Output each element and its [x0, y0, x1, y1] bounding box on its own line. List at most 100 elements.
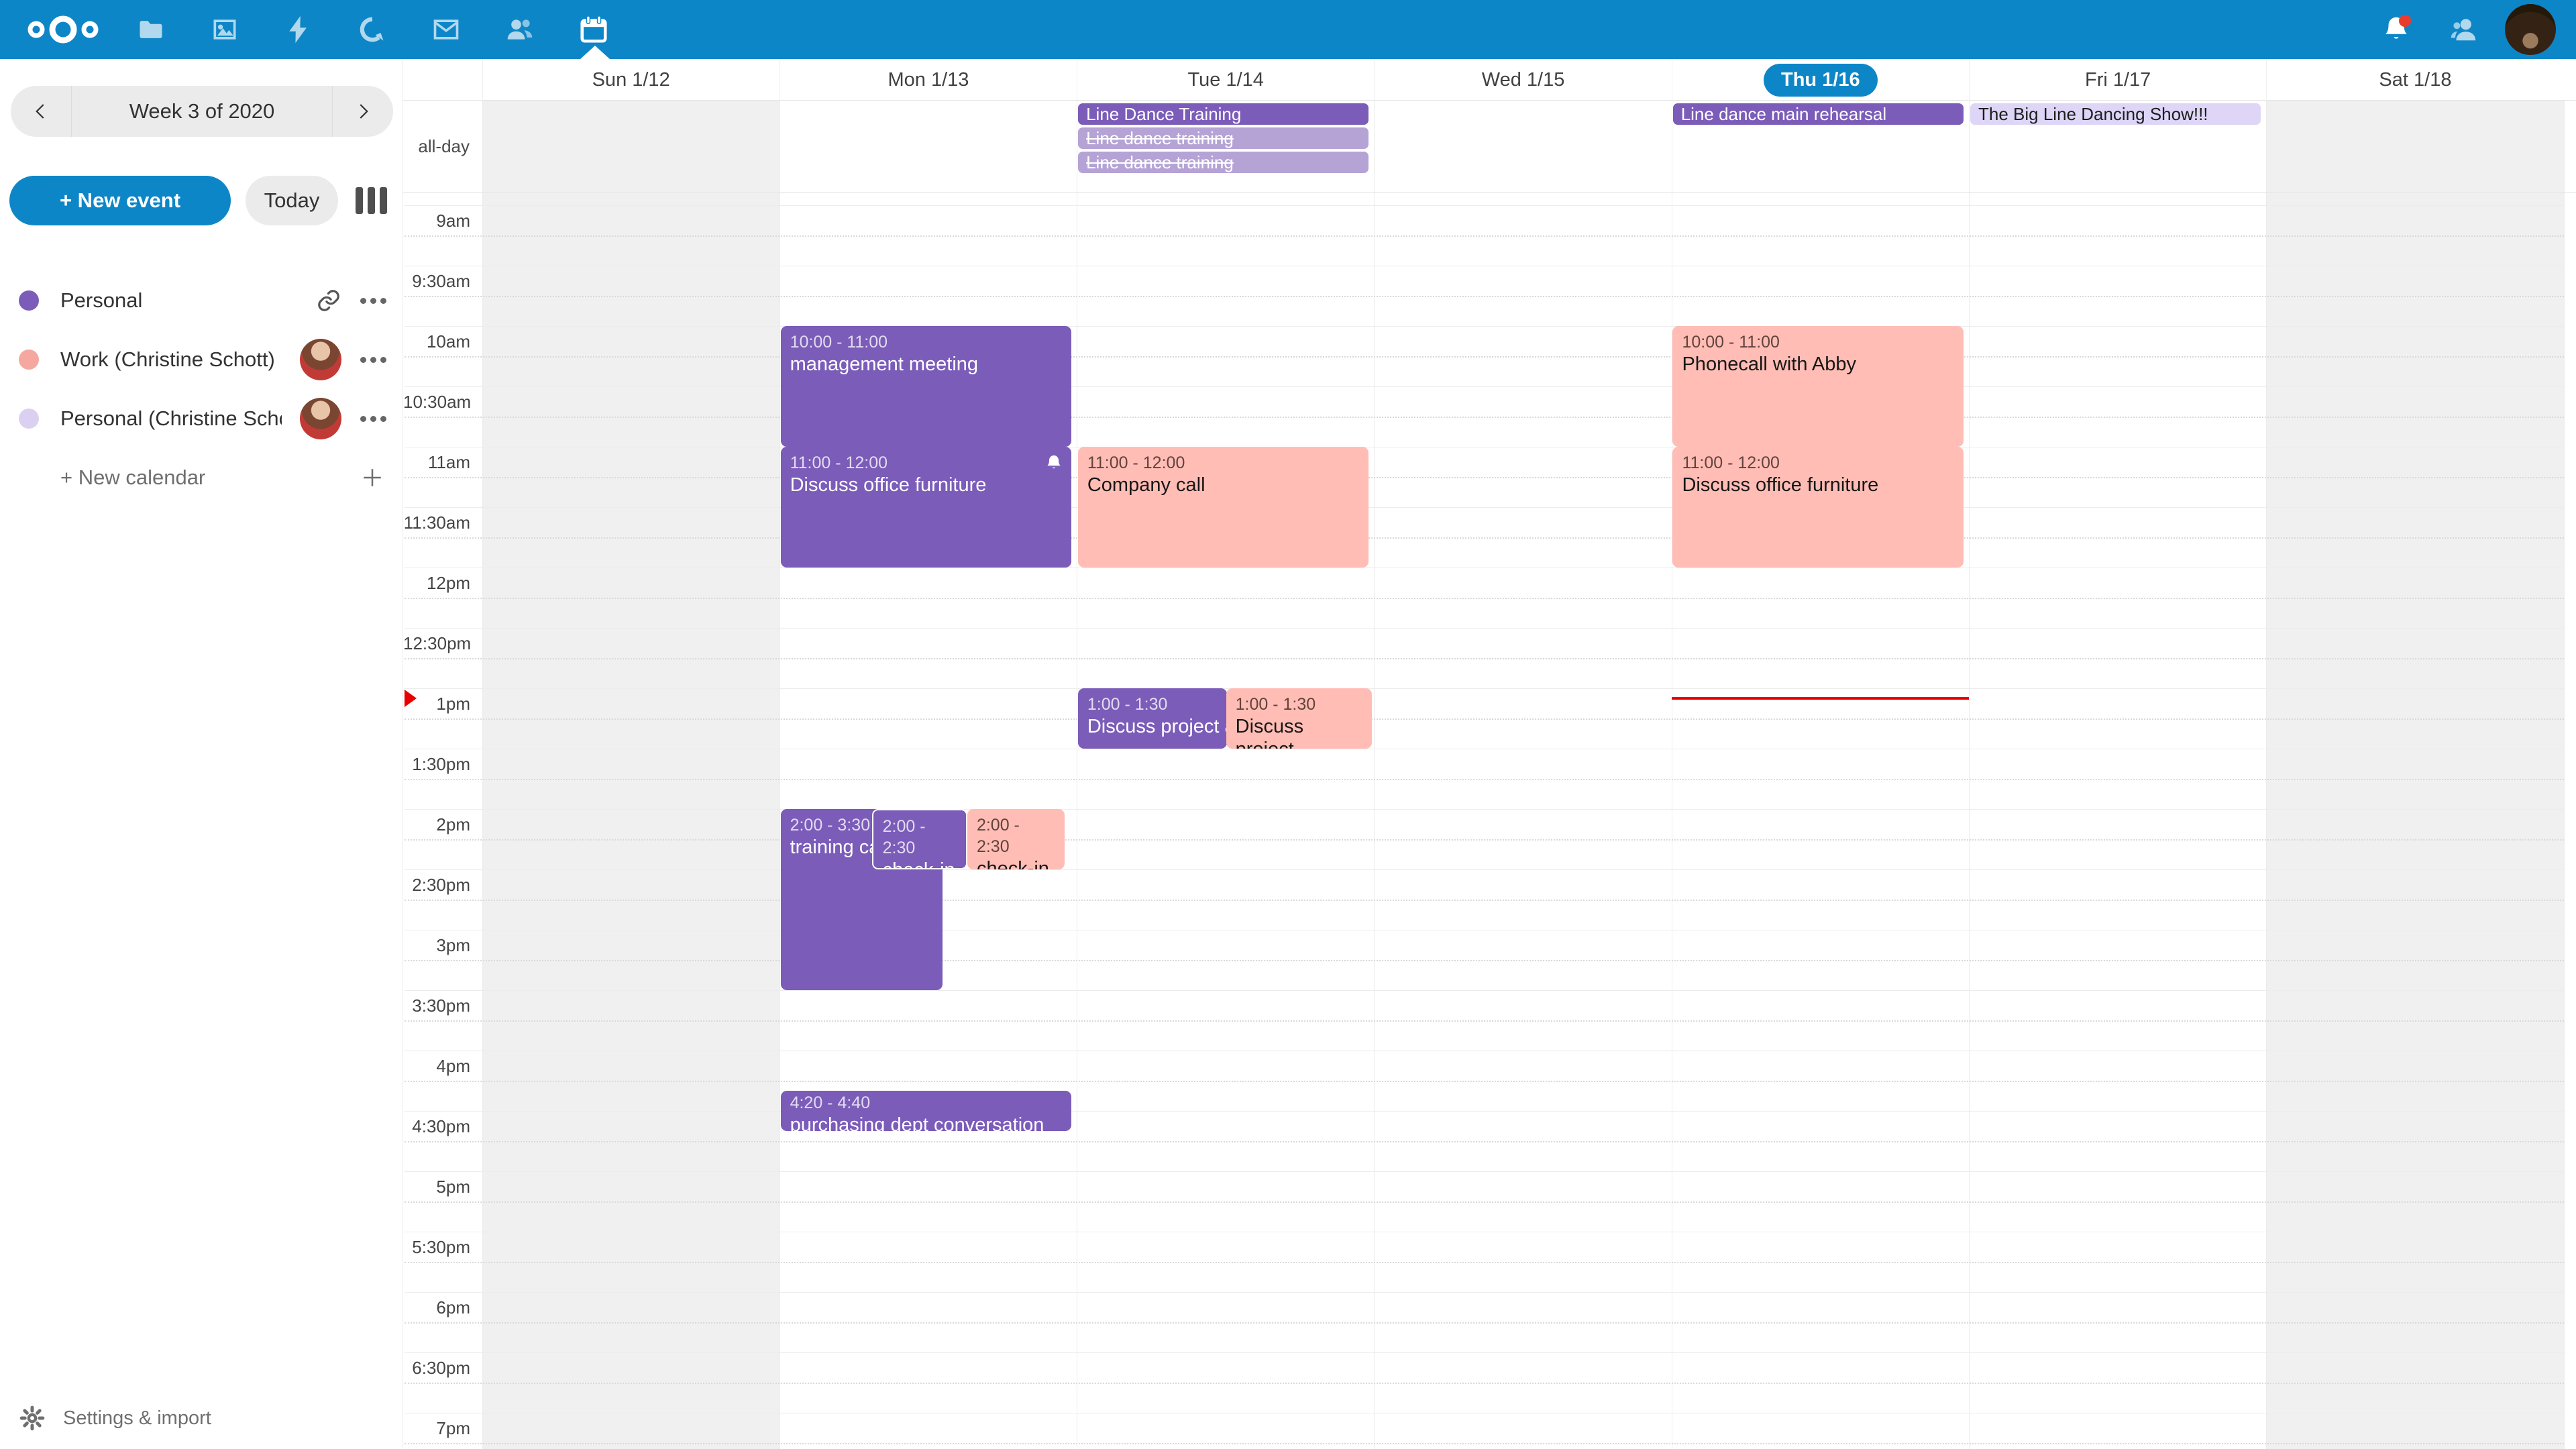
calendar-item-personal-christine[interactable]: Personal (Christine Scho... [0, 389, 402, 448]
quarter-gridline [405, 779, 2564, 780]
contacts-menu-icon[interactable] [2430, 0, 2497, 59]
nextcloud-logo[interactable] [25, 13, 101, 49]
day-column-sat[interactable] [2266, 193, 2563, 1449]
event-time: 11:00 - 12:00 [1682, 452, 1954, 474]
settings-import-button[interactable]: Settings & import [19, 1405, 211, 1432]
hour-gridline [405, 1292, 2564, 1293]
time-label: 3pm [403, 935, 470, 956]
previous-week-button[interactable] [11, 86, 71, 137]
time-label: 11am [403, 452, 470, 473]
calendar-owner-avatar [300, 339, 341, 380]
event[interactable]: 4:20 - 4:40purchasing dept conversation [781, 1091, 1072, 1131]
user-avatar[interactable] [2497, 0, 2564, 59]
time-label: 6pm [403, 1297, 470, 1318]
calendar-item-work-christine[interactable]: Work (Christine Schott) [0, 330, 402, 389]
all-day-event[interactable]: The Big Line Dancing Show!!! [1970, 103, 2261, 125]
calendar-menu-icon[interactable] [359, 352, 388, 368]
event-time: 10:00 - 11:00 [790, 331, 1063, 353]
time-label: 3:30pm [403, 996, 470, 1016]
day-column-mon[interactable] [780, 101, 1077, 192]
day-header-thu: Thu 1/16 [1672, 59, 1969, 101]
calendar-color-dot[interactable] [19, 350, 39, 370]
time-label: 7pm [403, 1418, 470, 1439]
quarter-gridline [405, 839, 2564, 841]
event[interactable]: 11:00 - 12:00Discuss office furniture [781, 447, 1072, 568]
day-column-wed[interactable] [1374, 193, 1671, 1449]
time-label: 10:30am [403, 392, 470, 413]
all-day-event[interactable]: Line dance main rehearsal [1673, 103, 1964, 125]
day-header-label: Mon 1/13 [888, 69, 969, 91]
day-header-sun: Sun 1/12 [482, 59, 780, 101]
day-header-label: Tue 1/14 [1188, 69, 1264, 91]
quarter-gridline [405, 356, 2564, 358]
calendar-color-dot[interactable] [19, 409, 39, 429]
event[interactable]: 1:00 - 1:30Discuss project announcement [1226, 688, 1372, 749]
all-day-row[interactable]: all-day Line Dance TrainingLine dance tr… [403, 101, 2576, 193]
event-time: 2:00 - 2:30 [883, 816, 957, 859]
quarter-gridline [405, 417, 2564, 418]
day-column-fri[interactable] [1969, 193, 2266, 1449]
new-event-button[interactable]: + New event [9, 176, 231, 225]
plus-icon [361, 466, 384, 489]
all-day-event[interactable]: Line dance training [1078, 152, 1368, 173]
event[interactable]: 11:00 - 12:00Company call [1078, 447, 1369, 568]
calendar-item-personal[interactable]: Personal [0, 271, 402, 330]
hour-gridline [405, 205, 2564, 206]
hour-gridline [405, 869, 2564, 870]
event[interactable]: 2:00 - 2:30check-in [872, 809, 968, 869]
talk-icon[interactable] [335, 0, 409, 59]
contacts-icon[interactable] [483, 0, 557, 59]
time-label: 2:30pm [403, 875, 470, 896]
activity-icon[interactable] [262, 0, 335, 59]
hour-gridline [405, 507, 2564, 508]
event-time: 1:00 - 1:30 [1236, 694, 1362, 715]
event-time: 11:00 - 12:00 [790, 452, 1063, 474]
current-time-arrow-icon [405, 690, 417, 707]
week-label[interactable]: Week 3 of 2020 [71, 86, 333, 137]
event-title: Discuss project announcement [1087, 715, 1218, 738]
quarter-gridline [405, 1141, 2564, 1142]
event[interactable]: 10:00 - 11:00Phonecall with Abby [1672, 326, 1964, 447]
new-calendar-button[interactable]: + New calendar [0, 448, 402, 507]
time-grid[interactable]: 9am9:30am10am10:30am11am11:30am12pm12:30… [403, 193, 2576, 1449]
all-day-event[interactable]: Line dance training [1078, 127, 1368, 149]
quarter-gridline [405, 900, 2564, 901]
event[interactable]: 10:00 - 11:00management meeting [781, 326, 1072, 447]
calendar-menu-icon[interactable] [359, 411, 388, 427]
mail-icon[interactable] [409, 0, 483, 59]
quarter-gridline [405, 1262, 2564, 1263]
day-column-sun[interactable] [482, 101, 780, 192]
calendar-week-view: Sun 1/12Mon 1/13Tue 1/14Wed 1/15Thu 1/16… [403, 59, 2576, 1449]
time-label: 11:30am [403, 513, 470, 533]
all-day-event[interactable]: Line Dance Training [1078, 103, 1368, 125]
day-column-wed[interactable] [1374, 101, 1671, 192]
time-label: 1:30pm [403, 754, 470, 775]
day-column-tue[interactable] [1077, 193, 1374, 1449]
grid-right-border [2564, 193, 2565, 1449]
today-button[interactable]: Today [246, 176, 338, 225]
hour-gridline [405, 688, 2564, 689]
link-icon[interactable] [316, 288, 341, 313]
week-navigation: Week 3 of 2020 [11, 86, 393, 137]
notifications-bell-icon[interactable] [2363, 0, 2430, 59]
quarter-gridline [405, 598, 2564, 599]
calendar-color-dot[interactable] [19, 290, 39, 311]
photos-icon[interactable] [188, 0, 262, 59]
day-column-sat[interactable] [2266, 101, 2563, 192]
grid-right-border [2564, 101, 2565, 192]
event-title: Phonecall with Abby [1682, 353, 1954, 376]
event[interactable]: 11:00 - 12:00Discuss office furniture [1672, 447, 1964, 568]
next-week-button[interactable] [333, 86, 393, 137]
event[interactable]: 1:00 - 1:30Discuss project announcement [1078, 688, 1227, 749]
files-icon[interactable] [114, 0, 188, 59]
view-switcher-icon[interactable] [353, 180, 390, 221]
quarter-gridline [405, 235, 2564, 237]
calendar-menu-icon[interactable] [359, 292, 388, 309]
event[interactable]: 2:00 - 2:30check-in [967, 809, 1065, 869]
day-column-sun[interactable] [482, 193, 780, 1449]
day-header-fri: Fri 1/17 [1969, 59, 2266, 101]
quarter-gridline [405, 537, 2564, 539]
today-pill: Thu 1/16 [1764, 64, 1878, 97]
time-label: 4:30pm [403, 1116, 470, 1137]
time-label: 9am [403, 211, 470, 231]
